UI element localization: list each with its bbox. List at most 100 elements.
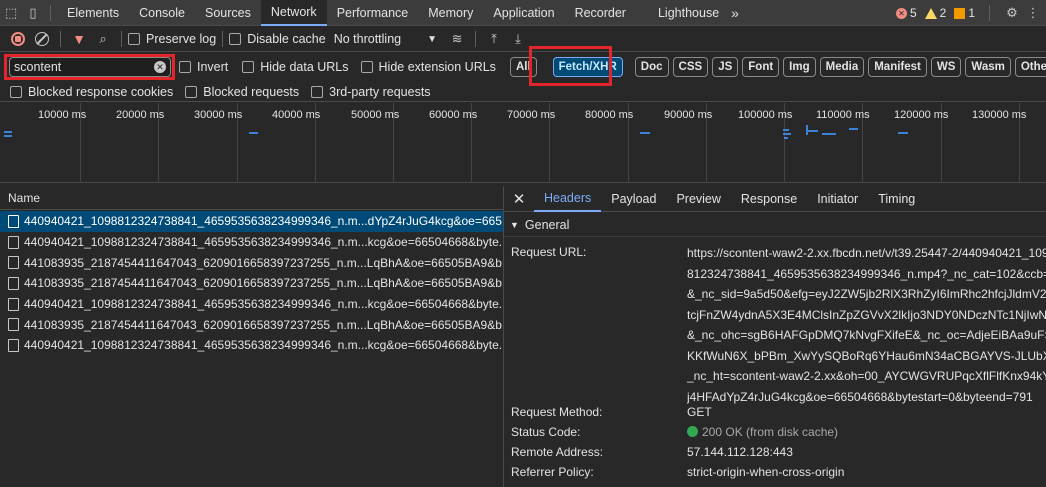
hide-extension-urls-checkbox[interactable]: Hide extension URLs <box>360 60 496 74</box>
disable-cache-checkbox[interactable]: Disable cache <box>229 32 326 46</box>
overview-tick-label: 10000 ms <box>38 109 87 121</box>
request-row[interactable]: 440940421_1098812324738841_4659535638234… <box>0 232 503 253</box>
hide-data-urls-checkbox[interactable]: Hide data URLs <box>242 60 349 74</box>
overview-tick-label: 110000 ms <box>816 109 870 121</box>
request-row[interactable]: 440940421_1098812324738841_4659535638234… <box>0 335 503 356</box>
tab-initiator[interactable]: Initiator <box>807 186 868 212</box>
checkbox-box[interactable] <box>360 61 373 73</box>
clear-log-button[interactable] <box>30 27 54 51</box>
tab-timing[interactable]: Timing <box>868 186 925 212</box>
name-column-header[interactable]: Name <box>0 186 503 210</box>
throttling-select[interactable]: No throttling ▼ <box>334 32 437 46</box>
tab-recorder[interactable]: Recorder <box>565 0 636 26</box>
error-count-badge[interactable]: ✕ 5 <box>895 6 917 20</box>
request-row[interactable]: 440940421_1098812324738841_4659535638234… <box>0 294 503 315</box>
request-url-line: &_nc_ohc=sgB6HAFGpDMQ7kNvgFXifeE&_nc_oc=… <box>687 328 1046 342</box>
file-icon <box>8 214 19 228</box>
file-icon <box>8 276 19 290</box>
tab-memory[interactable]: Memory <box>418 0 483 26</box>
device-toolbar-icon[interactable]: ▯ <box>22 0 44 26</box>
referrer-policy-label: Referrer Policy: <box>511 465 594 479</box>
request-name: 441083935_2187454411647043_6209016658397… <box>24 255 503 270</box>
export-har-icon[interactable]: ⤓ <box>506 27 530 51</box>
overview-tick-label: 40000 ms <box>272 109 321 121</box>
filter-toggle-button[interactable]: ▼ <box>67 27 91 51</box>
checkbox-box[interactable] <box>229 33 242 45</box>
general-section-header[interactable]: ▼ General <box>504 213 1046 237</box>
tab-network[interactable]: Network <box>260 0 327 26</box>
warning-count-badge[interactable]: 2 <box>924 6 946 20</box>
tab-response[interactable]: Response <box>731 186 807 212</box>
tab-elements[interactable]: Elements <box>57 0 129 26</box>
settings-gear-icon[interactable]: ⚙ <box>1004 0 1020 26</box>
overview-request-bar <box>784 137 788 139</box>
request-row[interactable]: 440940421_1098812324738841_4659535638234… <box>0 211 503 232</box>
overview-tick-label: 20000 ms <box>116 109 165 121</box>
checkbox-box[interactable] <box>128 33 140 45</box>
blocked-cookies-checkbox[interactable]: Blocked response cookies <box>10 85 173 99</box>
more-tabs-button[interactable]: » <box>729 0 749 26</box>
request-url-line: https://scontent-waw2-2.xx.fbcdn.net/v/t… <box>687 246 1046 260</box>
filter-input[interactable] <box>9 57 171 77</box>
close-details-icon[interactable]: ✕ <box>504 190 534 208</box>
overview-request-bar <box>4 131 12 133</box>
details-tab-bar: ✕ Headers Payload Preview Response Initi… <box>504 186 1046 212</box>
invert-checkbox[interactable]: Invert <box>179 60 228 74</box>
tab-payload[interactable]: Payload <box>601 186 666 212</box>
overview-request-bar <box>822 133 836 135</box>
tab-preview[interactable]: Preview <box>666 186 730 212</box>
overview-request-bar <box>249 132 258 134</box>
type-filter-img[interactable]: Img <box>783 57 816 77</box>
request-row[interactable]: 441083935_2187454411647043_6209016658397… <box>0 252 503 273</box>
type-filter-all[interactable]: All <box>509 57 537 77</box>
tab-performance[interactable]: Performance <box>327 0 419 26</box>
error-count: 5 <box>909 6 917 20</box>
request-row[interactable]: 441083935_2187454411647043_6209016658397… <box>0 273 503 294</box>
import-har-icon[interactable]: ⤒ <box>482 27 506 51</box>
type-filter-css[interactable]: CSS <box>672 57 709 77</box>
search-button[interactable]: ⌕ <box>91 27 115 51</box>
network-conditions-icon[interactable]: ≋ <box>445 27 469 51</box>
type-filter-js[interactable]: JS <box>712 57 739 77</box>
error-icon: ✕ <box>895 7 907 19</box>
type-filter-font[interactable]: Font <box>742 57 780 77</box>
more-options-icon[interactable]: ⋮ <box>1027 0 1040 26</box>
preserve-log-checkbox[interactable]: Preserve log <box>128 32 216 46</box>
type-filter-doc[interactable]: Doc <box>634 57 669 77</box>
network-overview[interactable]: 10000 ms 20000 ms 30000 ms 40000 ms 5000… <box>0 103 1046 183</box>
toolbar-divider <box>50 4 51 21</box>
record-icon <box>11 32 25 46</box>
clear-filter-icon[interactable]: ✕ <box>154 61 166 73</box>
overview-tick-label: 120000 ms <box>894 109 949 121</box>
checkbox-box[interactable] <box>242 61 255 73</box>
type-filter-fetch-xhr[interactable]: Fetch/XHR <box>552 57 623 77</box>
tab-headers[interactable]: Headers <box>534 186 602 212</box>
toolbar-divider <box>989 5 990 21</box>
inspect-element-icon[interactable]: ⬚ <box>0 0 22 26</box>
request-name: 440940421_1098812324738841_4659535638234… <box>24 214 503 229</box>
stop-recording-button[interactable] <box>6 27 30 51</box>
checkbox-box[interactable] <box>185 85 198 98</box>
tab-application[interactable]: Application <box>483 0 564 26</box>
tab-sources[interactable]: Sources <box>195 0 261 26</box>
request-row[interactable]: 441083935_2187454411647043_6209016658397… <box>0 314 503 335</box>
checkbox-box[interactable] <box>179 61 191 73</box>
request-type-filters: Blocked response cookies Blocked request… <box>0 82 1046 102</box>
type-filter-media[interactable]: Media <box>819 57 865 77</box>
tab-console[interactable]: Console <box>129 0 195 26</box>
type-filter-wasm[interactable]: Wasm <box>965 57 1011 77</box>
overview-request-bar <box>898 132 908 134</box>
checkbox-box[interactable] <box>10 85 22 98</box>
type-filter-other[interactable]: Other <box>1014 57 1046 77</box>
overview-request-bar <box>783 129 789 131</box>
issues-count-badge[interactable]: 1 <box>954 6 975 20</box>
overview-tick-label: 130000 ms <box>972 109 1027 121</box>
throttling-value: No throttling <box>333 32 402 46</box>
blocked-requests-checkbox[interactable]: Blocked requests <box>185 85 299 99</box>
tab-lighthouse[interactable]: Lighthouse <box>636 0 729 26</box>
request-url-value: https://scontent-waw2-2.xx.fbcdn.net/v/t… <box>687 243 1046 407</box>
type-filter-ws[interactable]: WS <box>930 57 962 77</box>
third-party-checkbox[interactable]: 3rd-party requests <box>311 85 431 99</box>
checkbox-box[interactable] <box>311 85 324 98</box>
type-filter-manifest[interactable]: Manifest <box>868 57 927 77</box>
